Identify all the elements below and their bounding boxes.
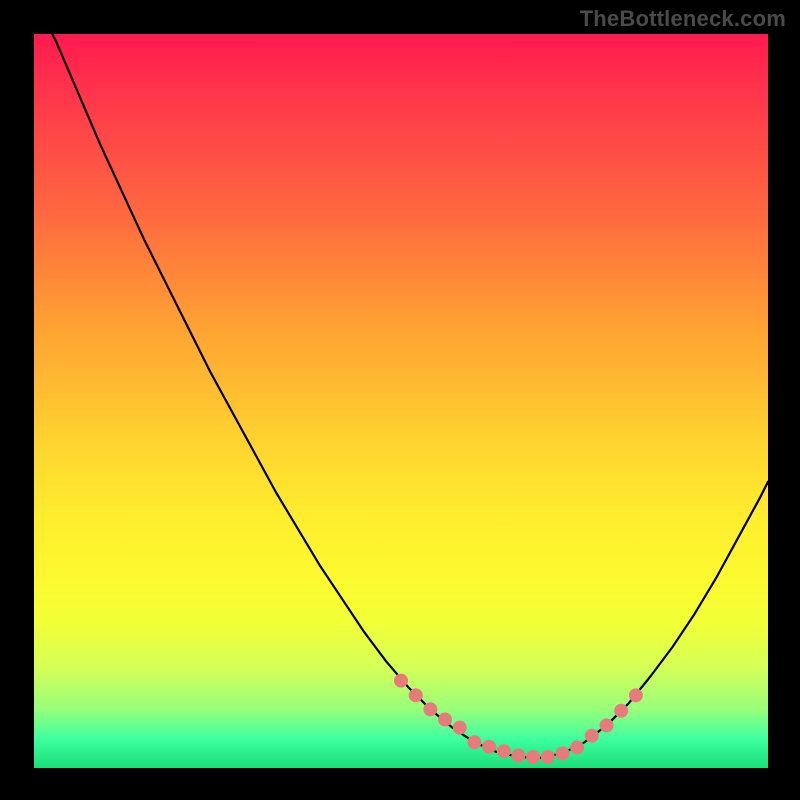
curve-marker [555, 746, 569, 760]
curve-marker [614, 704, 628, 718]
curve-marker [570, 740, 584, 754]
curve-marker [423, 702, 437, 716]
curve-marker [394, 674, 408, 688]
bottleneck-curve [34, 34, 768, 768]
curve-marker [409, 688, 423, 702]
curve-marker [438, 713, 452, 727]
curve-marker [467, 735, 481, 749]
plot-area [34, 34, 768, 768]
curve-marker [511, 749, 525, 763]
curve-marker [482, 740, 496, 754]
curve-marker [629, 688, 643, 702]
curve-marker [453, 721, 467, 735]
curve-marker [600, 718, 614, 732]
chart-frame: TheBottleneck.com [0, 0, 800, 800]
curve-marker [526, 750, 540, 764]
curve-marker [585, 729, 599, 743]
watermark-text: TheBottleneck.com [580, 6, 786, 32]
curve-marker [497, 744, 511, 758]
curve-marker [541, 750, 555, 764]
